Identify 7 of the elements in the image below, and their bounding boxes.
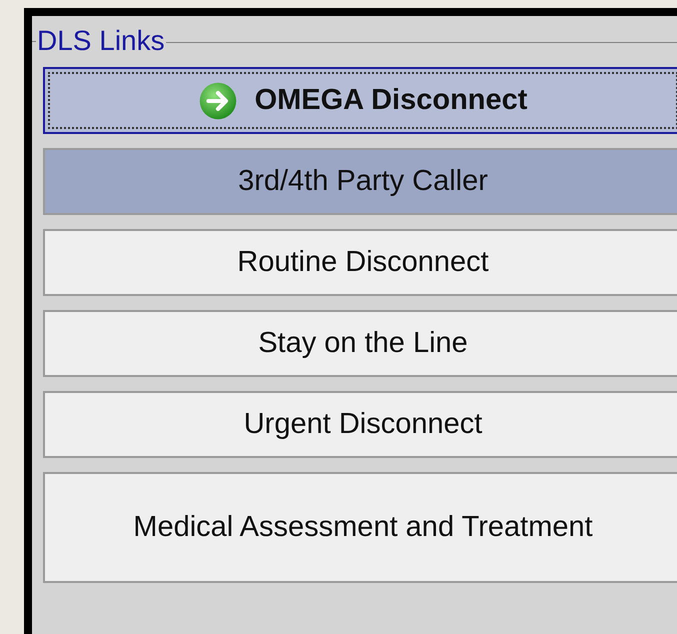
- link-button[interactable]: OMEGA Disconnect: [43, 67, 677, 134]
- group-title: DLS Links: [36, 25, 166, 57]
- link-button[interactable]: Medical Assessment and Treatment: [43, 472, 677, 583]
- link-button[interactable]: Stay on the Line: [43, 310, 677, 377]
- link-button[interactable]: Urgent Disconnect: [43, 391, 677, 458]
- link-button[interactable]: Routine Disconnect: [43, 229, 677, 296]
- link-button[interactable]: 3rd/4th Party Caller: [43, 148, 677, 215]
